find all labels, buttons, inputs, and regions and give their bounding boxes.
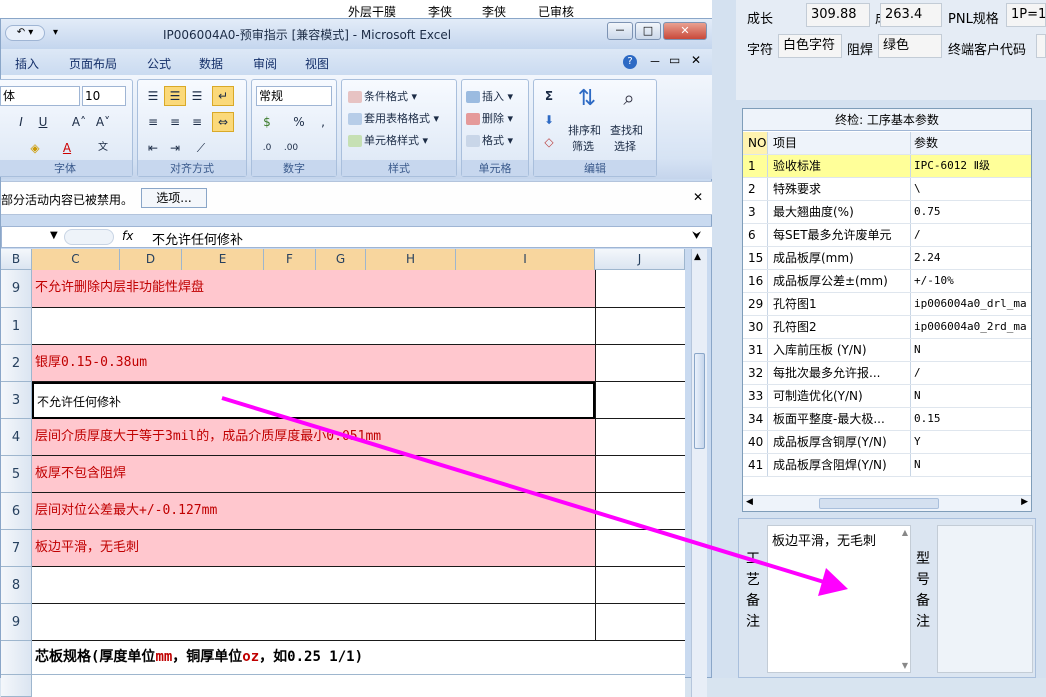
annotation-arrow: [221, 396, 848, 596]
arrow-head-icon: [818, 568, 848, 596]
row-header[interactable]: [1, 675, 32, 697]
arrow-shaft: [221, 396, 825, 584]
